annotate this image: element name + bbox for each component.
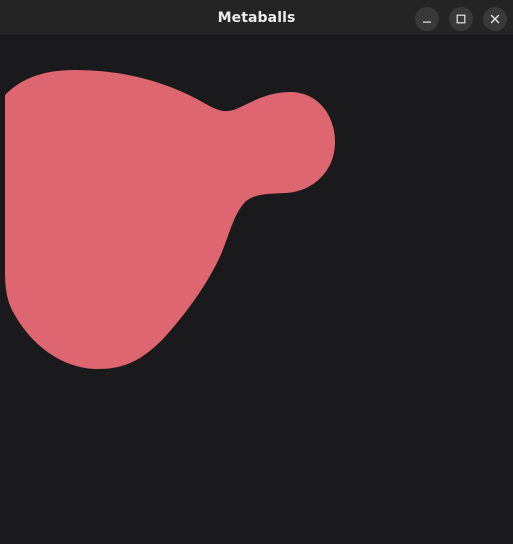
maximize-button[interactable]	[449, 7, 473, 31]
maximize-icon	[456, 14, 466, 24]
app-window: Metaballs	[0, 0, 513, 544]
minimize-button[interactable]	[415, 7, 439, 31]
close-icon	[490, 14, 500, 24]
close-button[interactable]	[483, 7, 507, 31]
metaballs-canvas[interactable]	[0, 36, 513, 544]
canvas-drawing	[5, 70, 335, 369]
title-bar[interactable]: Metaballs	[0, 0, 513, 36]
minimize-icon	[423, 21, 431, 23]
metaball-blob	[5, 70, 335, 369]
